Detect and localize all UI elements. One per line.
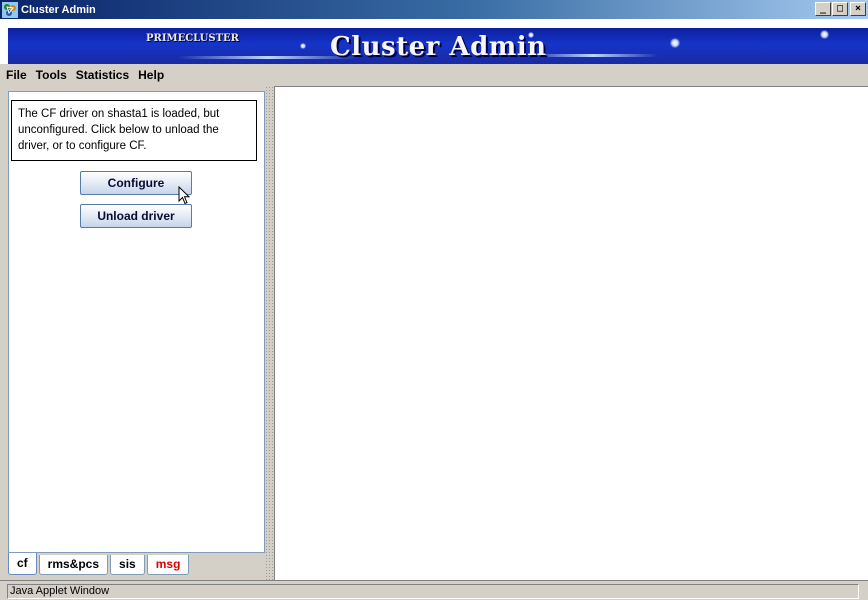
cluster-app-icon xyxy=(2,1,18,18)
panel-tabs: cf rms&pcs sis msg xyxy=(8,553,265,575)
menu-statistics[interactable]: Statistics xyxy=(76,68,129,82)
mouse-pointer-icon xyxy=(178,186,191,205)
header-banner: PRIMECLUSTER Cluster Admin xyxy=(8,28,868,64)
pane-splitter[interactable] xyxy=(265,86,274,580)
tab-cf[interactable]: cf xyxy=(8,553,37,575)
menu-bar: File Tools Statistics Help xyxy=(0,64,868,86)
brand-label: PRIMECLUSTER xyxy=(146,33,239,44)
banner-star xyxy=(820,30,829,39)
window-titlebar[interactable]: Cluster Admin _ □ × xyxy=(0,0,868,19)
left-panel: The CF driver on shasta1 is loaded, but … xyxy=(8,91,265,553)
close-icon[interactable]: × xyxy=(850,2,866,16)
window-title: Cluster Admin xyxy=(21,3,96,16)
unload-driver-button[interactable]: Unload driver xyxy=(80,204,192,228)
tab-sis[interactable]: sis xyxy=(110,555,145,575)
status-bar: Java Applet Window xyxy=(0,580,868,600)
banner-star xyxy=(670,38,680,48)
tab-rms-pcs[interactable]: rms&pcs xyxy=(38,555,109,575)
driver-status-message: The CF driver on shasta1 is loaded, but … xyxy=(11,100,257,161)
banner-star xyxy=(300,43,306,49)
maximize-icon[interactable]: □ xyxy=(832,2,848,16)
tab-msg[interactable]: msg xyxy=(146,555,190,575)
configure-button[interactable]: Configure xyxy=(80,171,192,195)
menu-tools[interactable]: Tools xyxy=(36,68,67,82)
right-panel xyxy=(274,86,868,580)
minimize-icon[interactable]: _ xyxy=(815,2,831,16)
menu-file[interactable]: File xyxy=(6,68,27,82)
banner-glow-line xyxy=(528,54,658,57)
window-controls: _ □ × xyxy=(814,2,866,16)
menu-help[interactable]: Help xyxy=(138,68,164,82)
banner-title: Cluster Admin xyxy=(330,32,547,62)
status-text: Java Applet Window xyxy=(7,584,859,599)
